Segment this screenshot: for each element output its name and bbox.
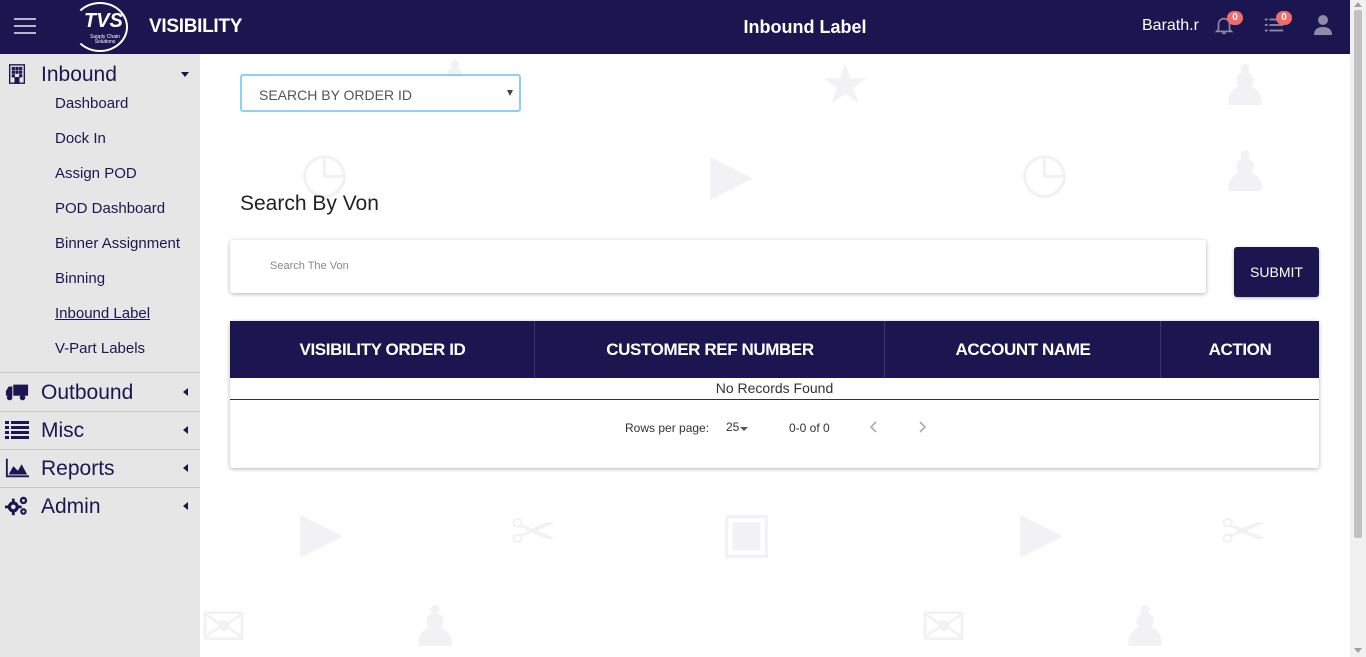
area-chart-icon bbox=[5, 458, 29, 478]
truck-icon bbox=[5, 384, 29, 401]
column-header-visibility-order-id[interactable]: VISIBILITY ORDER ID bbox=[230, 321, 535, 378]
building-icon bbox=[8, 64, 26, 84]
caret-left-icon bbox=[183, 388, 188, 396]
sidebar-item-pod-dashboard[interactable]: POD Dashboard bbox=[55, 200, 165, 217]
caret-down-icon bbox=[181, 72, 189, 77]
rows-per-page-select[interactable]: 25 bbox=[726, 420, 739, 434]
column-header-account-name[interactable]: ACCOUNT NAME bbox=[885, 321, 1161, 378]
rows-per-page-label: Rows per page: bbox=[625, 421, 710, 435]
sidebar-section-label: Reports bbox=[41, 457, 115, 480]
order-id-select-value: SEARCH BY ORDER ID bbox=[259, 87, 412, 103]
sidebar-item-dashboard[interactable]: Dashboard bbox=[55, 95, 128, 112]
sidebar-section-label: Admin bbox=[41, 495, 101, 518]
scroll-down-icon[interactable] bbox=[1354, 648, 1362, 653]
caret-left-icon bbox=[183, 426, 188, 434]
cogs-icon bbox=[5, 496, 28, 516]
sidebar-item-v-part-labels[interactable]: V-Part Labels bbox=[55, 340, 145, 357]
previous-page-button[interactable] bbox=[865, 418, 883, 436]
sidebar-item-binner-assignment[interactable]: Binner Assignment bbox=[55, 235, 180, 252]
user-icon bbox=[1314, 15, 1332, 35]
chevron-right-icon bbox=[919, 421, 927, 433]
sidebar-item-assign-pod[interactable]: Assign POD bbox=[55, 165, 137, 182]
page-scrollbar[interactable] bbox=[1350, 0, 1366, 657]
search-von-heading: Search By Von bbox=[240, 192, 379, 215]
user-profile-button[interactable] bbox=[1313, 14, 1337, 38]
list-icon bbox=[5, 421, 29, 439]
scroll-up-icon[interactable] bbox=[1354, 2, 1362, 7]
notifications-badge: 0 bbox=[1227, 11, 1243, 25]
table-header: VISIBILITY ORDER ID CUSTOMER REF NUMBER … bbox=[230, 321, 1319, 378]
next-page-button[interactable] bbox=[913, 418, 931, 436]
sidebar-section-inbound[interactable]: Inbound bbox=[0, 55, 200, 93]
sidebar-section-label: Outbound bbox=[41, 381, 134, 404]
empty-table-message: No Records Found bbox=[715, 380, 834, 396]
scrollbar-thumb[interactable] bbox=[1354, 10, 1362, 538]
tasks-badge: 0 bbox=[1276, 11, 1292, 25]
chevron-left-icon bbox=[869, 421, 877, 433]
submit-button[interactable]: SUBMIT bbox=[1234, 247, 1319, 297]
sidebar-section-label: Inbound bbox=[41, 63, 117, 86]
sidebar: Inbound Dashboard Dock In Assign POD POD… bbox=[0, 54, 200, 657]
von-search-input[interactable] bbox=[270, 256, 1170, 276]
rows-per-page-dropdown-icon[interactable] bbox=[740, 427, 748, 431]
column-header-action[interactable]: ACTION bbox=[1161, 321, 1319, 378]
caret-left-icon bbox=[183, 464, 188, 472]
tasks-button[interactable]: 0 bbox=[1262, 11, 1292, 38]
sidebar-section-reports[interactable]: Reports bbox=[0, 449, 200, 487]
sidebar-section-outbound[interactable]: Outbound bbox=[0, 373, 200, 411]
notifications-button[interactable]: 0 bbox=[1213, 11, 1243, 38]
orders-table: VISIBILITY ORDER ID CUSTOMER REF NUMBER … bbox=[230, 321, 1319, 468]
dropdown-arrow-icon bbox=[507, 90, 513, 96]
sidebar-item-binning[interactable]: Binning bbox=[55, 270, 105, 287]
table-divider bbox=[230, 399, 1319, 400]
pagination-range: 0-0 of 0 bbox=[789, 421, 830, 435]
sidebar-section-label: Misc bbox=[41, 419, 85, 442]
app-header: TVS Supply Chain Solutions VISIBILITY In… bbox=[0, 0, 1350, 54]
sidebar-section-misc[interactable]: Misc bbox=[0, 411, 200, 449]
username[interactable]: Barath.r bbox=[1142, 17, 1199, 35]
sidebar-item-inbound-label[interactable]: Inbound Label bbox=[55, 305, 150, 322]
column-header-customer-ref-number[interactable]: CUSTOMER REF NUMBER bbox=[535, 321, 885, 378]
main-content: ♟ ★ ♟ ◷ ▶ ◷ ♟ ▶ ✂ ▣ ▶ ✂ ✉ ♟ ✉ ♟ SEARCH B… bbox=[200, 54, 1350, 657]
sidebar-item-dock-in[interactable]: Dock In bbox=[55, 130, 106, 147]
order-id-select[interactable]: SEARCH BY ORDER ID bbox=[240, 74, 521, 112]
caret-left-icon bbox=[183, 502, 188, 510]
von-search-card bbox=[230, 240, 1206, 293]
sidebar-section-admin[interactable]: Admin bbox=[0, 487, 200, 525]
